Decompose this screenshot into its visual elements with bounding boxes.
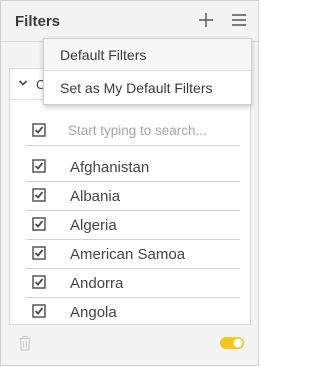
plus-icon (199, 13, 213, 27)
list-item[interactable]: Afghanistan (26, 153, 240, 182)
menu-item-set-default-filters[interactable]: Set as My Default Filters (44, 72, 251, 104)
list-item-label: Algeria (70, 217, 117, 234)
list-item-label: Angola (70, 304, 117, 321)
select-all-checkbox[interactable] (32, 123, 46, 137)
list-item[interactable]: Angola (26, 298, 240, 323)
list-item[interactable]: Algeria (26, 211, 240, 240)
toggle-switch[interactable] (220, 337, 244, 349)
checkbox[interactable] (32, 304, 46, 318)
trash-icon[interactable] (18, 335, 32, 351)
filters-menu-dropdown: Default Filters Set as My Default Filter… (43, 38, 252, 105)
panel-footer (1, 327, 258, 363)
search-input[interactable] (68, 119, 238, 141)
list-item-label: Albania (70, 188, 121, 205)
search-row (26, 115, 240, 146)
panel-title: Filters (15, 13, 61, 30)
list-item[interactable]: Andorra (26, 269, 240, 298)
hamburger-menu-icon (232, 14, 246, 26)
country-list: Afghanistan Albania Algeria American Sam… (26, 153, 240, 323)
list-item[interactable]: American Samoa (26, 240, 240, 269)
panel-header: Filters (1, 1, 258, 42)
checkbox[interactable] (32, 188, 46, 202)
chevron-down-icon[interactable] (18, 78, 28, 88)
menu-item-default-filters[interactable]: Default Filters (44, 39, 251, 71)
checkbox[interactable] (32, 246, 46, 260)
filters-menu-button[interactable] (228, 9, 250, 31)
list-item[interactable]: Albania (26, 182, 240, 211)
list-item-label: American Samoa (70, 246, 186, 263)
add-filter-button[interactable] (195, 9, 217, 31)
list-item-label: Afghanistan (70, 159, 150, 176)
country-filter-group: C Afghanistan Albania Algeria (9, 68, 251, 325)
checkbox[interactable] (32, 217, 46, 231)
checkbox[interactable] (32, 159, 46, 173)
list-item-label: Andorra (70, 275, 124, 292)
checkbox[interactable] (32, 275, 46, 289)
